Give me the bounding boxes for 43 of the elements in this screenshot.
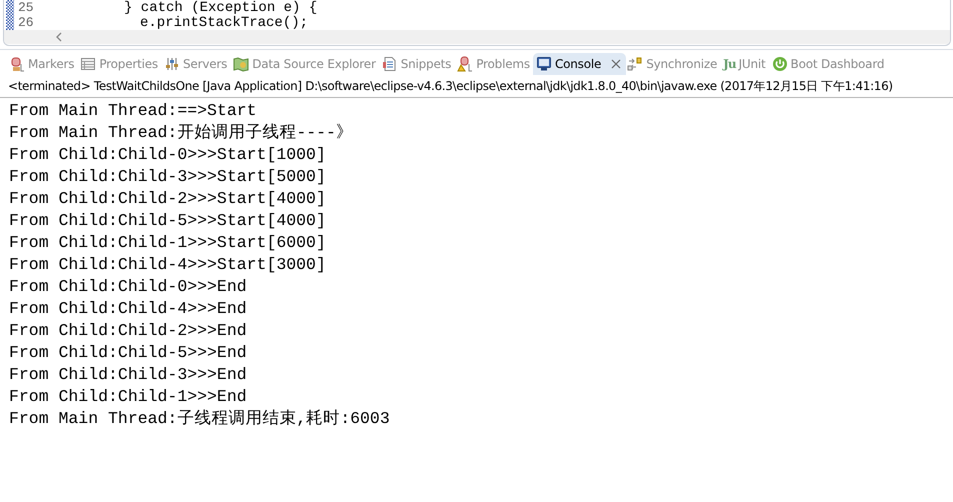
table-icon bbox=[80, 56, 96, 72]
view-tab[interactable]: Servers bbox=[161, 53, 232, 75]
console-status: <terminated> TestWaitChildsOne [Java Application] D:\software\eclipse-v4.6.3\eclipse\external\jdk\jdk1.8.0_40\bin\javaw.exe (2017年12月15日 下午1:41:16) bbox=[0, 75, 953, 98]
power-icon bbox=[772, 56, 788, 72]
console-line: From Child:Child-1>>>Start[6000] bbox=[9, 232, 326, 254]
document-icon bbox=[382, 56, 398, 72]
view-tab[interactable]: Console bbox=[532, 53, 626, 75]
map-icon bbox=[233, 56, 250, 72]
junit-icon: Ju bbox=[723, 57, 736, 71]
console-line: From Child:Child-4>>>Start[3000] bbox=[9, 254, 326, 276]
console-line: From Child:Child-1>>>End bbox=[9, 386, 247, 408]
view-tab[interactable]: Properties bbox=[77, 53, 163, 75]
scroll-left-icon[interactable] bbox=[56, 32, 62, 42]
console-line: From Child:Child-5>>>End bbox=[9, 342, 247, 364]
sync-icon bbox=[627, 56, 644, 72]
sliders-icon bbox=[164, 56, 180, 72]
horizontal-scrollbar[interactable] bbox=[4, 30, 950, 44]
console-line: From Main Thread:开始调用子线程----》 bbox=[9, 122, 353, 144]
view-tab[interactable]: Snippets bbox=[378, 53, 456, 75]
view-tab[interactable]: Boot Dashboard bbox=[768, 53, 890, 75]
console-line: From Child:Child-5>>>Start[4000] bbox=[9, 210, 326, 232]
console-line: From Child:Child-0>>>Start[1000] bbox=[9, 144, 326, 166]
view-tab[interactable]: Data Source Explorer bbox=[230, 53, 381, 75]
console-line: From Child:Child-3>>>Start[5000] bbox=[9, 166, 326, 188]
console-line: From Child:Child-2>>>Start[4000] bbox=[9, 188, 326, 210]
line-number: 26 bbox=[18, 15, 35, 30]
close-icon[interactable] bbox=[610, 58, 622, 70]
console-line: From Child:Child-3>>>End bbox=[9, 364, 247, 386]
console-line: From Child:Child-0>>>End bbox=[9, 276, 247, 298]
problems-icon bbox=[457, 56, 474, 72]
line-number: 25 bbox=[18, 0, 35, 15]
code-line: } catch (Exception e) { bbox=[123, 0, 318, 16]
view-tab[interactable]: Ju JUnit bbox=[720, 53, 771, 75]
marker-icon bbox=[9, 56, 25, 72]
console-line: From Child:Child-2>>>End bbox=[9, 320, 247, 342]
console-line: From Child:Child-4>>>End bbox=[9, 298, 247, 320]
view-tab[interactable]: Synchronize bbox=[624, 53, 722, 75]
view-tab[interactable]: Problems bbox=[454, 53, 535, 75]
monitor-icon bbox=[536, 56, 552, 72]
console-line: From Main Thread:子线程调用结束,耗时:6003 bbox=[9, 408, 390, 430]
code-line: e.printStackTrace(); bbox=[139, 14, 308, 30]
console-line: From Main Thread:==>Start bbox=[9, 100, 257, 122]
view-tab[interactable]: Markers bbox=[6, 53, 80, 75]
